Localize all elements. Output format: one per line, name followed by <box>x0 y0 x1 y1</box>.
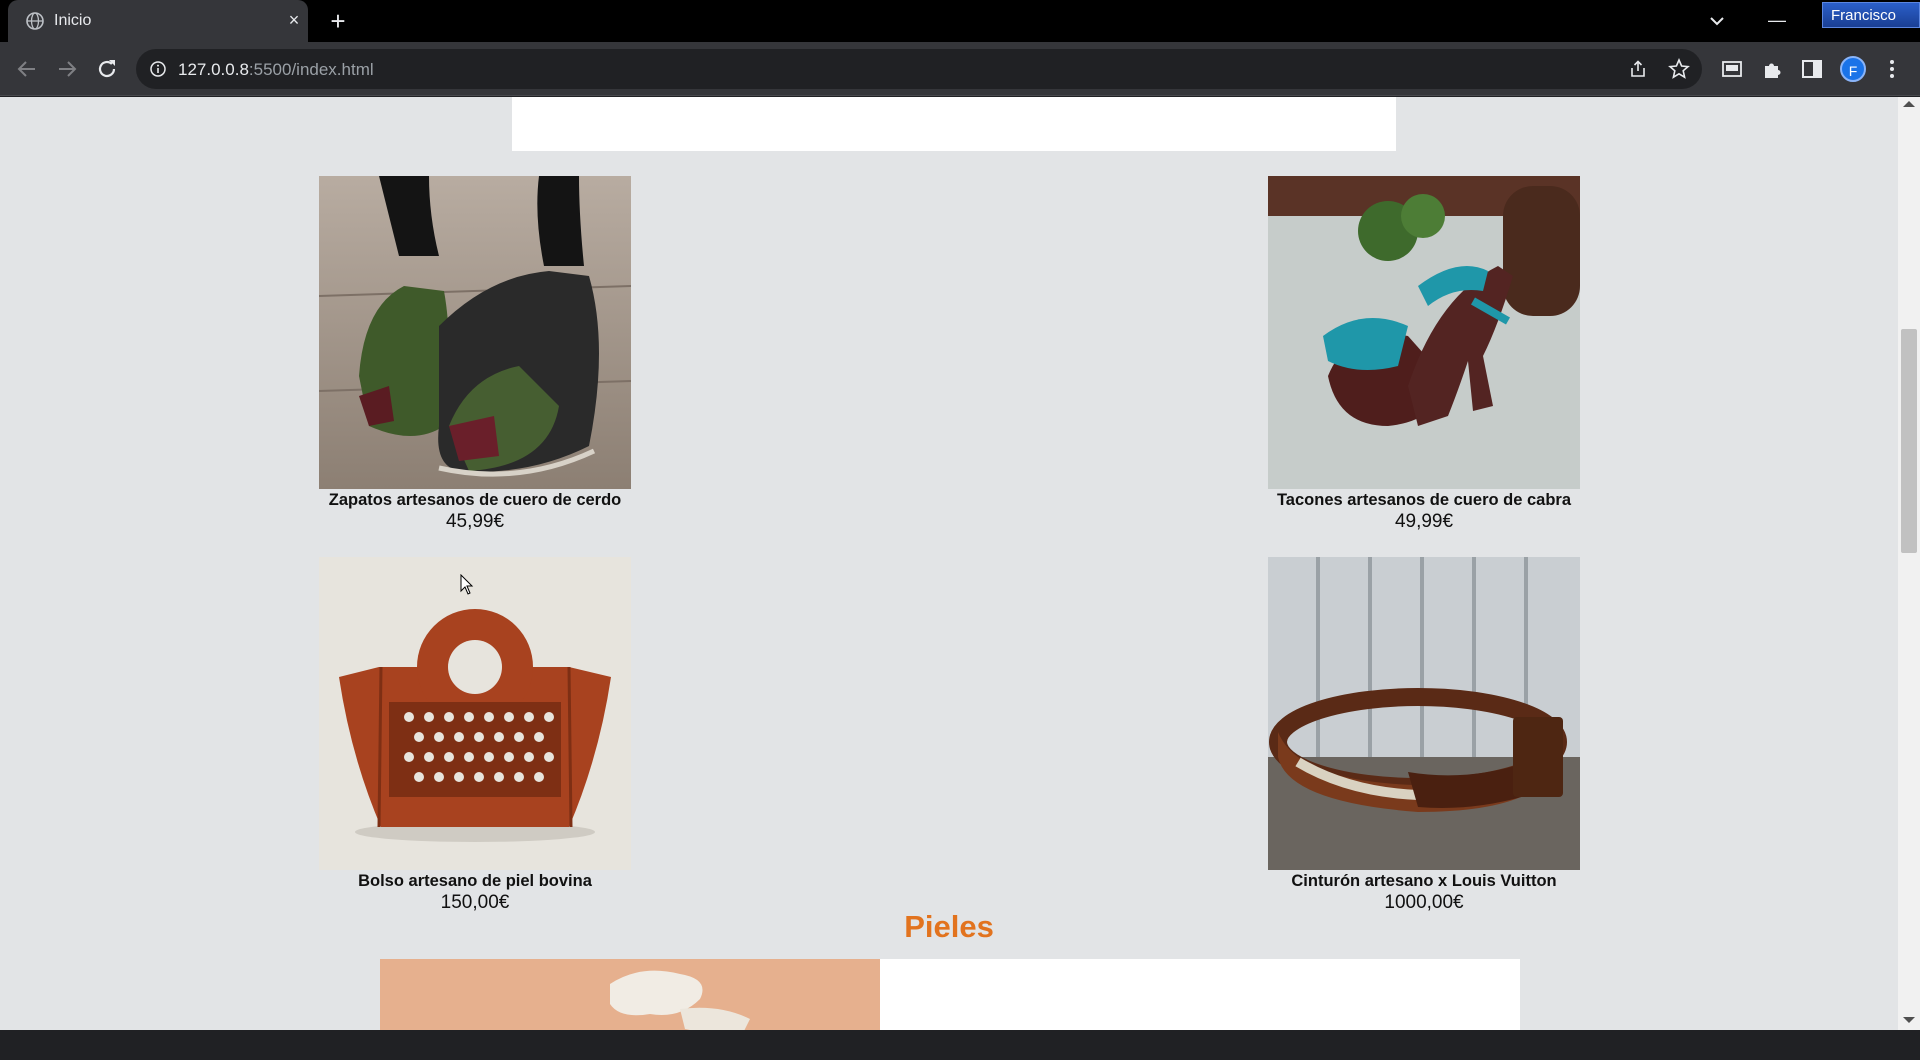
pieles-banner <box>380 959 1520 1030</box>
info-icon[interactable] <box>150 61 166 77</box>
product-image-belt[interactable] <box>1268 557 1580 870</box>
product-card[interactable]: Zapatos artesanos de cuero de cerdo 45,9… <box>319 176 631 533</box>
side-panel-icon[interactable] <box>1800 57 1824 81</box>
reload-icon[interactable] <box>92 54 122 84</box>
product-card[interactable]: Bolso artesano de piel bovina 150,00€ <box>319 557 631 914</box>
product-image-bag[interactable] <box>319 557 631 870</box>
browser-tab[interactable]: Inicio × <box>8 0 308 42</box>
close-tab-icon[interactable]: × <box>284 10 304 30</box>
product-name: Tacones artesanos de cuero de cabra <box>1276 491 1572 509</box>
product-price: 49,99€ <box>1394 511 1454 532</box>
pieles-image[interactable] <box>380 959 880 1030</box>
product-image-shoes[interactable] <box>319 176 631 489</box>
url-text: 127.0.0.8:5500/index.html <box>178 60 374 80</box>
product-name: Cinturón artesano x Louis Vuitton <box>1291 872 1557 890</box>
minimize-window-button[interactable]: — <box>1762 6 1792 36</box>
kebab-menu-icon[interactable] <box>1880 57 1904 81</box>
product-card[interactable]: Cinturón artesano x Louis Vuitton 1000,0… <box>1268 557 1580 914</box>
scrollbar-thumb[interactable] <box>1901 329 1917 553</box>
scroll-down-arrow-icon[interactable] <box>1903 1017 1915 1023</box>
product-price: 45,99€ <box>445 511 505 532</box>
extensions-puzzle-icon[interactable] <box>1760 57 1784 81</box>
chevron-down-icon[interactable] <box>1706 10 1728 32</box>
browser-toolbar: 127.0.0.8:5500/index.html F <box>0 42 1920 96</box>
globe-icon <box>26 12 44 30</box>
vertical-scrollbar[interactable] <box>1898 97 1920 1030</box>
share-icon[interactable] <box>1628 59 1648 79</box>
back-arrow-icon[interactable] <box>12 54 42 84</box>
page-viewport: Zapatos artesanos de cuero de cerdo 45,9… <box>0 97 1898 1030</box>
profile-chip[interactable]: Francisco <box>1822 2 1920 28</box>
product-image-heels[interactable] <box>1268 176 1580 489</box>
url-path: :5500/index.html <box>248 60 374 79</box>
profile-avatar[interactable]: F <box>1840 56 1866 82</box>
address-bar[interactable]: 127.0.0.8:5500/index.html <box>136 49 1702 89</box>
tab-title: Inicio <box>54 12 92 29</box>
picture-in-picture-icon[interactable] <box>1720 57 1744 81</box>
bookmark-star-icon[interactable] <box>1668 58 1690 80</box>
product-name: Zapatos artesanos de cuero de cerdo <box>328 491 622 509</box>
browser-tab-bar: Inicio × + — Francisco <box>0 0 1920 42</box>
product-card[interactable]: Tacones artesanos de cuero de cabra 49,9… <box>1268 176 1580 533</box>
scroll-up-arrow-icon[interactable] <box>1903 101 1915 107</box>
product-name: Bolso artesano de piel bovina <box>358 872 592 890</box>
mouse-cursor-icon <box>460 574 474 595</box>
url-host: 127.0.0.8 <box>178 60 249 79</box>
top-banner <box>512 97 1396 151</box>
forward-arrow-icon[interactable] <box>52 54 82 84</box>
new-tab-button[interactable]: + <box>326 8 350 34</box>
section-title: Pieles <box>904 909 994 944</box>
